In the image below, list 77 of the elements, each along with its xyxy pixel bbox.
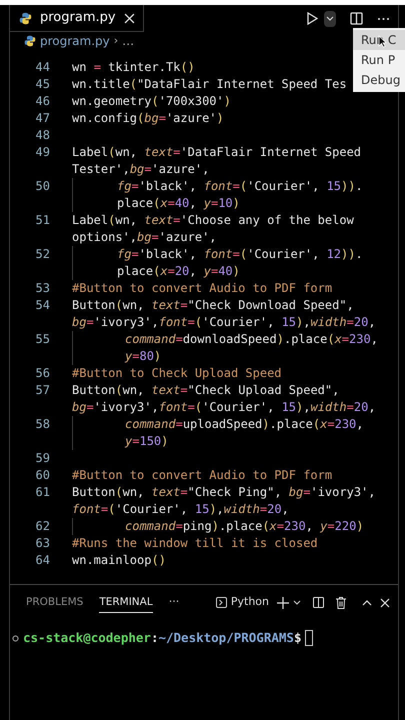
split-terminal-icon[interactable] — [313, 597, 324, 608]
code-line: Button(wn, text="Check Upload Speed", — [72, 382, 340, 399]
code-line: Button(wn, text="Check Download Speed", — [72, 297, 354, 314]
circle-icon — [12, 634, 19, 642]
line-number: 63 — [34, 535, 50, 552]
more-icon[interactable] — [377, 16, 390, 20]
code-line: command=uploadSpeed).place(x=230, — [125, 416, 364, 433]
line-number: 52 — [34, 246, 50, 263]
line-number: 56 — [34, 365, 50, 382]
code-line: wn = tkinter.Tk() — [72, 59, 195, 76]
code-line: Label(wn, text='Choose any of the below — [72, 212, 354, 229]
code-line: y=150) — [125, 433, 168, 450]
terminal-cursor — [305, 630, 314, 646]
line-number: 49 — [34, 144, 50, 161]
code-comment: #Runs the window till it is closed — [72, 535, 318, 552]
dropdown-button[interactable] — [324, 10, 336, 26]
trash-icon[interactable] — [336, 596, 346, 608]
line-number: 58 — [34, 416, 50, 433]
line-number: 57 — [34, 382, 50, 399]
code-line: place(x=20, y=40) — [117, 263, 240, 280]
line-number: 61 — [34, 484, 50, 501]
line-number: 53 — [34, 280, 50, 297]
line-number: 64 — [34, 552, 50, 569]
terminal-icon — [216, 597, 227, 608]
code-comment: #Button to Check Upload Speed — [72, 365, 282, 382]
breadcrumb-item[interactable]: program.py — [40, 32, 110, 50]
editor-tab[interactable]: program.py — [10, 5, 144, 32]
more-button[interactable]: ··· — [168, 594, 180, 611]
python-icon — [24, 35, 36, 47]
code-line: command=downloadSpeed).place(x=230, — [125, 331, 378, 348]
line-number: 48 — [34, 127, 50, 144]
line-number: 59 — [34, 450, 50, 467]
menu-item[interactable]: Run P — [353, 50, 405, 70]
panel-tab[interactable]: TERMINAL — [99, 592, 153, 614]
code-line: wn.geometry('700x300') — [72, 93, 231, 110]
run-icon[interactable] — [307, 12, 318, 25]
line-number: 55 — [34, 331, 50, 348]
terminal-profile-button[interactable]: Python — [216, 594, 269, 611]
line-number: 45 — [34, 76, 50, 93]
line-number: 46 — [34, 93, 50, 110]
code-line: bg='ivory3',font=('Courier', 15),width=20, — [72, 314, 376, 331]
line-number: 47 — [34, 110, 50, 127]
code-comment: #Button to convert Audio to PDF form — [72, 467, 332, 484]
code-line: Button(wn, text="Check Ping", bg='ivory3', — [72, 484, 376, 501]
code-line: font=('Courier', 15),width=20, — [72, 501, 289, 518]
breadcrumb-separator: › — [114, 32, 118, 49]
close-icon[interactable] — [380, 598, 390, 608]
code-line: fg='black', font=('Courier', 15)). — [117, 178, 363, 195]
line-number: 51 — [34, 212, 50, 229]
code-line: place(x=40, y=10) — [117, 195, 240, 212]
code-line: Label(wn, text='DataFlair Internet Speed — [72, 144, 362, 161]
split-editor-icon[interactable] — [350, 12, 363, 25]
line-number: 50 — [34, 178, 50, 195]
code-line: wn.mainloop() — [72, 552, 166, 569]
line-number: 62 — [34, 518, 50, 535]
menu-item[interactable]: Debug — [353, 70, 405, 90]
code-line: bg='ivory3',font=('Courier', 15),width=20, — [72, 399, 376, 416]
code-comment: #Button to convert Audio to PDF form — [72, 280, 332, 297]
chevron-down-icon — [326, 16, 334, 22]
chevron-down-icon[interactable] — [293, 600, 301, 606]
close-icon[interactable] — [124, 12, 135, 24]
line-number: 60 — [34, 467, 50, 484]
terminal-prompt: cs-stack@codepher:~/Desktop/PROGRAMS$ — [23, 628, 302, 647]
code-line: command=ping).place(x=230, y=220) — [125, 518, 364, 535]
plus-icon[interactable] — [277, 596, 289, 608]
panel-tab[interactable]: PROBLEMS — [26, 592, 84, 614]
python-icon — [19, 12, 32, 24]
code-line: options',bg='azure', — [72, 229, 217, 246]
code-line: wn.title("DataFlair Internet Speed Tes — [72, 76, 347, 93]
line-number: 44 — [34, 59, 50, 76]
code-line: wn.config(bg='azure') — [72, 110, 224, 127]
code-line: y=80) — [125, 348, 162, 365]
code-line: Tester',bg='azure', — [72, 161, 210, 178]
maximize-icon[interactable] — [362, 600, 372, 606]
breadcrumb-item[interactable]: … — [122, 32, 134, 50]
code-line: fg='black', font=('Courier', 12)). — [117, 246, 363, 263]
line-number: 54 — [34, 297, 50, 314]
